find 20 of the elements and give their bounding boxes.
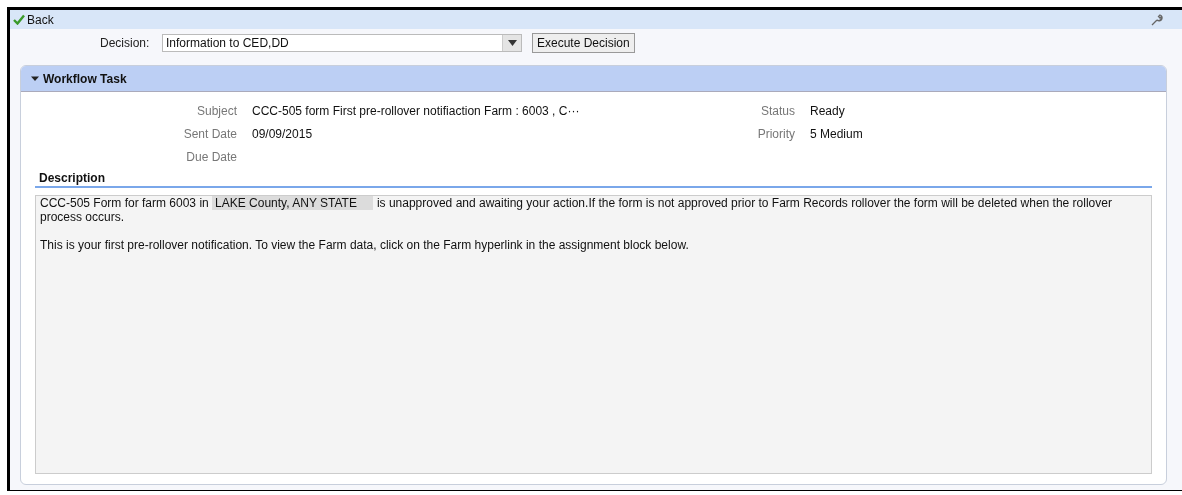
back-button[interactable]: Back: [13, 12, 54, 27]
field-label: Priority: [756, 127, 795, 141]
field-value: CCC-505 form First pre-rollover notifiaction Farm : 6003 , C···: [252, 104, 580, 118]
field-value: 09/09/2015: [252, 127, 313, 141]
field-value: 5 Medium: [810, 127, 863, 141]
panel-title: Workflow Task: [43, 71, 127, 86]
description-heading: Description: [35, 167, 1152, 188]
field-label: Status: [759, 104, 795, 118]
description-paragraph: This is your first pre-rollover notification. To view the Farm data, click on the Farm hyperlink in the assignment block below.: [40, 238, 690, 252]
field-label: Subject: [195, 104, 237, 118]
decision-label: Decision:: [100, 35, 151, 50]
caret-icon: [507, 39, 517, 46]
checkmark-icon: [13, 14, 25, 25]
execute-decision-button[interactable]: Execute Decision: [532, 32, 635, 53]
field-label: Due Date: [185, 150, 237, 164]
field-label: Sent Date: [182, 127, 237, 141]
field-value: Ready: [810, 104, 845, 118]
decision-dropdown[interactable]: Information to CED,DD: [162, 33, 522, 52]
caret-down-icon[interactable]: [31, 74, 39, 83]
description-paragraph: CCC-505 Form for farm 6003 in LAKE County, ANY STATE is unapproved and awaiting your action.If the form is not approved prior to Farm Records rollover the form will be deleted when the rollover process occurs.: [40, 196, 1113, 224]
